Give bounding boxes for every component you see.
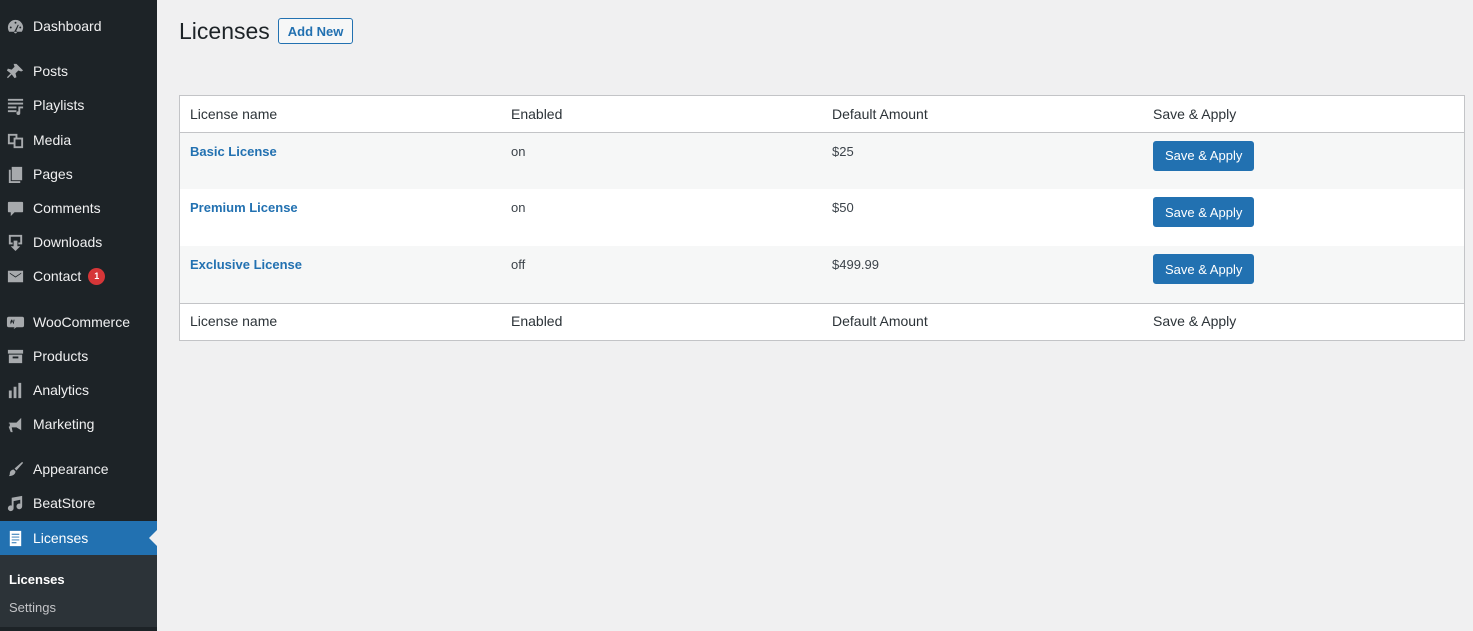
menu-label: Products — [33, 348, 89, 364]
menu-label: BeatStore — [33, 495, 96, 511]
menu-label: Playlists — [33, 97, 85, 113]
cell-amount: $25 — [832, 143, 854, 159]
menu-marketing[interactable]: Marketing — [0, 407, 157, 441]
cell-action: Save & Apply — [1143, 189, 1464, 246]
dashboard-icon — [5, 16, 25, 36]
page-header: Licenses Add New — [179, 18, 354, 44]
menu-playlists[interactable]: Playlists — [0, 88, 157, 122]
menu-label: Media — [33, 132, 72, 148]
save-apply-button[interactable]: Save & Apply — [1153, 254, 1255, 284]
submenu-settings[interactable]: Settings — [0, 594, 157, 622]
menu-downloads[interactable]: Downloads — [0, 225, 157, 259]
playlist-icon — [5, 95, 25, 115]
menu-licenses[interactable]: Licenses — [0, 521, 157, 555]
cell-enabled: on — [511, 200, 526, 215]
document-icon — [5, 528, 25, 548]
woo-icon — [5, 312, 25, 332]
table-row: Exclusive License off $499.99 Save & App… — [180, 246, 1464, 303]
menu-analytics[interactable]: Analytics — [0, 373, 157, 407]
menu-label: Downloads — [33, 234, 103, 250]
column-header-amount: Default Amount — [832, 105, 928, 122]
admin-sidebar: Dashboard Posts Playlists Media Pages Co… — [0, 0, 157, 631]
pin-icon — [5, 61, 25, 81]
cell-name: Exclusive License — [180, 246, 501, 303]
page-title: Licenses — [179, 18, 270, 44]
menu-dashboard[interactable]: Dashboard — [0, 9, 157, 43]
column-header-name: License name — [190, 105, 278, 122]
add-new-button[interactable]: Add New — [277, 18, 354, 44]
menu-posts[interactable]: Posts — [0, 54, 157, 88]
comment-icon — [5, 198, 25, 218]
cell-action: Save & Apply — [1143, 132, 1464, 189]
cell-name: Basic License — [180, 132, 501, 189]
cell-amount: $50 — [832, 200, 854, 215]
menu-label: Appearance — [33, 461, 109, 477]
bar-chart-icon — [5, 380, 25, 400]
submenu-licenses[interactable]: Licenses — [0, 566, 157, 594]
column-footer-save: Save & Apply — [1153, 313, 1237, 330]
music-icon — [5, 493, 25, 513]
media-icon — [5, 130, 25, 150]
cell-action: Save & Apply — [1143, 246, 1464, 303]
menu-label: Analytics — [33, 382, 90, 398]
license-link[interactable]: Premium License — [190, 200, 298, 215]
menu-appearance[interactable]: Appearance — [0, 452, 157, 486]
menu-label: Posts — [33, 63, 69, 79]
menu-label: Licenses — [33, 530, 89, 546]
license-link[interactable]: Exclusive License — [190, 257, 302, 272]
cell-enabled: on — [511, 143, 526, 159]
archive-icon — [5, 346, 25, 366]
license-link[interactable]: Basic License — [190, 144, 277, 159]
column-header-save: Save & Apply — [1153, 105, 1237, 122]
table-row: Basic License on $25 Save & Apply — [180, 132, 1464, 189]
menu-pages[interactable]: Pages — [0, 157, 157, 191]
cell-enabled: off — [511, 257, 526, 272]
pages-icon — [5, 164, 25, 184]
column-header-enabled: Enabled — [511, 105, 563, 122]
column-footer-amount: Default Amount — [832, 313, 928, 330]
licenses-table: License name Enabled Default Amount Save… — [179, 95, 1465, 341]
mail-icon — [5, 266, 25, 286]
download-icon — [5, 232, 25, 252]
menu-label: Contact — [33, 268, 82, 284]
save-apply-button[interactable]: Save & Apply — [1153, 140, 1255, 171]
notification-badge: 1 — [88, 267, 106, 285]
menu-beatstore[interactable]: BeatStore — [0, 486, 157, 520]
brush-icon — [5, 459, 25, 479]
column-footer-enabled: Enabled — [511, 313, 563, 330]
licenses-submenu: Licenses Settings — [0, 555, 157, 627]
menu-label: Dashboard — [33, 18, 102, 34]
cell-name: Premium License — [180, 189, 501, 246]
menu-label: Comments — [33, 200, 101, 216]
menu-label: WooCommerce — [33, 314, 130, 330]
column-footer-name: License name — [190, 313, 278, 330]
menu-comments[interactable]: Comments — [0, 191, 157, 225]
menu-label: Marketing — [33, 416, 95, 432]
table-footer-row: License name Enabled Default Amount Save… — [180, 303, 1464, 339]
cell-amount: $499.99 — [832, 257, 879, 272]
menu-label: Pages — [33, 166, 73, 182]
menu-woocommerce[interactable]: WooCommerce — [0, 305, 157, 339]
menu-contact[interactable]: Contact 1 — [0, 259, 157, 293]
table-header-row: License name Enabled Default Amount Save… — [180, 96, 1464, 132]
save-apply-button[interactable]: Save & Apply — [1153, 197, 1255, 227]
table-row: Premium License on $50 Save & Apply — [180, 189, 1464, 246]
menu-media[interactable]: Media — [0, 123, 157, 157]
megaphone-icon — [5, 414, 25, 434]
menu-products[interactable]: Products — [0, 339, 157, 373]
